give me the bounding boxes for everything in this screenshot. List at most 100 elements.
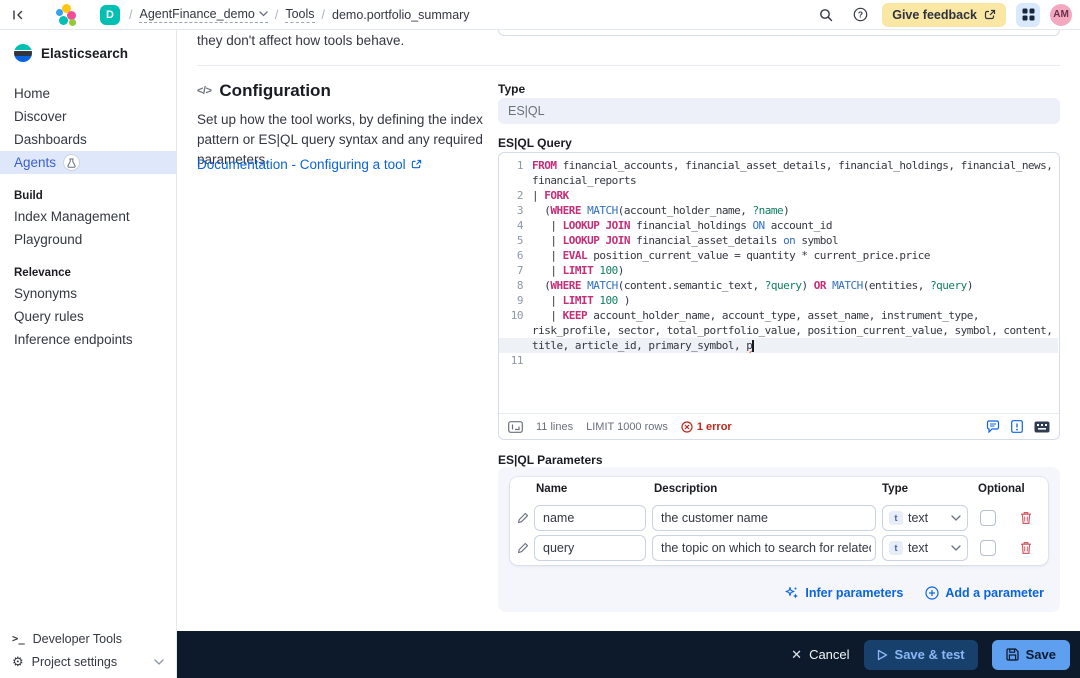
delete-trash-icon[interactable] — [1020, 541, 1032, 555]
code-line[interactable]: 6 | EVAL position_current_value = quanti… — [499, 248, 1058, 263]
documentation-icon[interactable] — [1011, 420, 1023, 433]
configuration-title: Configuration — [219, 81, 330, 101]
sidebar-item-dashboards[interactable]: Dashboards — [0, 128, 176, 151]
save-and-test-button[interactable]: Save & test — [864, 640, 978, 670]
close-icon: ✕ — [791, 647, 802, 663]
esql-query-editor[interactable]: 1FROM financial_accounts, financial_asse… — [498, 152, 1060, 440]
editor-shortcuts-icon[interactable] — [508, 421, 523, 433]
chevron-down-icon — [951, 545, 961, 551]
elasticsearch-logo-icon — [14, 44, 32, 62]
external-link-icon — [411, 159, 422, 170]
param-type-select[interactable]: t text — [882, 505, 968, 531]
type-field-input[interactable] — [498, 98, 1060, 124]
save-button[interactable]: Save — [992, 640, 1070, 670]
error-icon — [681, 421, 693, 433]
sidebar-section-build: Build — [0, 187, 176, 205]
column-header-type: Type — [882, 483, 908, 495]
param-type-select[interactable]: t text — [882, 535, 968, 561]
elastic-logo-icon[interactable] — [56, 4, 78, 26]
apps-grid-icon[interactable] — [1016, 3, 1040, 27]
keyboard-icon[interactable] — [1034, 421, 1050, 433]
code-icon: </> — [197, 85, 211, 97]
sidebar-item-playground[interactable]: Playground — [0, 228, 176, 251]
code-line[interactable]: 3 (WHERE MATCH(account_holder_name, ?nam… — [499, 203, 1058, 218]
delete-trash-icon[interactable] — [1020, 511, 1032, 525]
code-line[interactable]: 4 | LOOKUP JOIN financial_holdings ON ac… — [499, 218, 1058, 233]
collapse-sidebar-icon[interactable] — [6, 3, 30, 27]
text-cursor — [752, 340, 754, 352]
chevron-down-icon — [259, 11, 268, 17]
code-line[interactable]: 5 | LOOKUP JOIN financial_asset_details … — [499, 233, 1058, 248]
breadcrumb-separator: / — [322, 8, 325, 22]
project-badge[interactable]: D — [100, 5, 120, 25]
sidebar-item-query-rules[interactable]: Query rules — [0, 305, 176, 328]
code-line[interactable]: 11 — [499, 353, 1058, 368]
breadcrumb-project[interactable]: AgentFinance_demo — [139, 7, 267, 23]
breadcrumb-current-page: demo.portfolio_summary — [332, 8, 470, 22]
sidebar-item-developer-tools[interactable]: >_ Developer Tools — [0, 627, 176, 650]
cancel-button[interactable]: ✕ Cancel — [791, 647, 849, 663]
code-line[interactable]: 7 | LIMIT 100) — [499, 263, 1058, 278]
text-token-icon: t — [889, 511, 903, 525]
editor-footer: 11 lines LIMIT 1000 rows 1 error — [499, 413, 1059, 439]
add-parameter-button[interactable]: Add a parameter — [925, 586, 1044, 600]
previous-section-text: they don't affect how tools behave. — [197, 33, 404, 48]
column-header-name: Name — [536, 483, 567, 495]
svg-text:?: ? — [858, 9, 863, 19]
feedback-comment-icon[interactable] — [986, 420, 1000, 433]
type-field-label: Type — [498, 82, 525, 96]
edit-pencil-icon[interactable] — [517, 542, 529, 554]
param-description-input[interactable] — [652, 505, 876, 531]
sidebar-item-index-management[interactable]: Index Management — [0, 205, 176, 228]
save-disk-icon — [1006, 648, 1019, 661]
search-icon[interactable] — [814, 3, 838, 27]
column-header-description: Description — [654, 483, 717, 495]
help-icon[interactable]: ? — [848, 3, 872, 27]
documentation-link[interactable]: Documentation - Configuring a tool — [197, 157, 422, 172]
code-line[interactable]: 8 (WHERE MATCH(content.semantic_text, ?q… — [499, 278, 1058, 293]
esql-code-lines[interactable]: 1FROM financial_accounts, financial_asse… — [499, 158, 1058, 412]
app-window: D / AgentFinance_demo / Tools / demo.por… — [0, 0, 1080, 678]
param-name-input[interactable] — [534, 505, 646, 531]
parameters-table: Name Description Type Optional t text — [510, 477, 1048, 565]
sidebar-item-discover[interactable]: Discover — [0, 105, 176, 128]
give-feedback-button[interactable]: Give feedback — [882, 3, 1006, 27]
sidebar-item-home[interactable]: Home — [0, 82, 176, 105]
code-line[interactable]: 10 | KEEP account_holder_name, account_t… — [499, 308, 1058, 323]
error-status[interactable]: 1 error — [681, 421, 732, 433]
code-line[interactable]: 1FROM financial_accounts, financial_asse… — [499, 158, 1058, 173]
code-line[interactable]: financial_reports — [499, 173, 1058, 188]
sidebar-item-inference-endpoints[interactable]: Inference endpoints — [0, 328, 176, 351]
sparkles-icon — [785, 586, 799, 600]
code-line[interactable]: 2| FORK — [499, 188, 1058, 203]
sidebar-item-synonyms[interactable]: Synonyms — [0, 282, 176, 305]
esql-query-label: ES|QL Query — [498, 136, 572, 150]
gear-icon: ⚙ — [12, 655, 24, 668]
optional-checkbox[interactable] — [980, 510, 996, 526]
breadcrumb-separator: / — [129, 8, 132, 22]
breadcrumb-separator: / — [275, 8, 278, 22]
sidebar-item-project-settings[interactable]: ⚙ Project settings — [0, 650, 176, 673]
sidebar-item-agents[interactable]: Agents — [0, 151, 176, 174]
code-line[interactable]: 9 | LIMIT 100 ) — [499, 293, 1058, 308]
esql-parameters-label: ES|QL Parameters — [498, 453, 603, 467]
optional-checkbox[interactable] — [980, 540, 996, 556]
code-line[interactable]: title, article_id, primary_symbol, p — [499, 338, 1058, 353]
user-avatar[interactable]: AM — [1050, 4, 1072, 26]
param-description-input[interactable] — [652, 535, 876, 561]
chevron-down-icon — [951, 515, 961, 521]
sidebar-section-relevance: Relevance — [0, 264, 176, 282]
parameters-panel: Name Description Type Optional t text — [498, 467, 1060, 612]
code-line[interactable]: risk_profile, sector, total_portfolio_va… — [499, 323, 1058, 338]
text-token-icon: t — [889, 541, 903, 555]
parameter-row: t text — [510, 505, 1048, 533]
breadcrumb-tools[interactable]: Tools — [285, 7, 314, 23]
external-link-icon — [984, 9, 996, 21]
plus-circle-icon — [925, 586, 939, 600]
param-name-input[interactable] — [534, 535, 646, 561]
infer-parameters-button[interactable]: Infer parameters — [785, 586, 903, 600]
column-header-optional: Optional — [978, 483, 1025, 495]
edit-pencil-icon[interactable] — [517, 512, 529, 524]
breadcrumb: / AgentFinance_demo / Tools / demo.portf… — [129, 7, 470, 23]
play-icon — [877, 649, 888, 661]
